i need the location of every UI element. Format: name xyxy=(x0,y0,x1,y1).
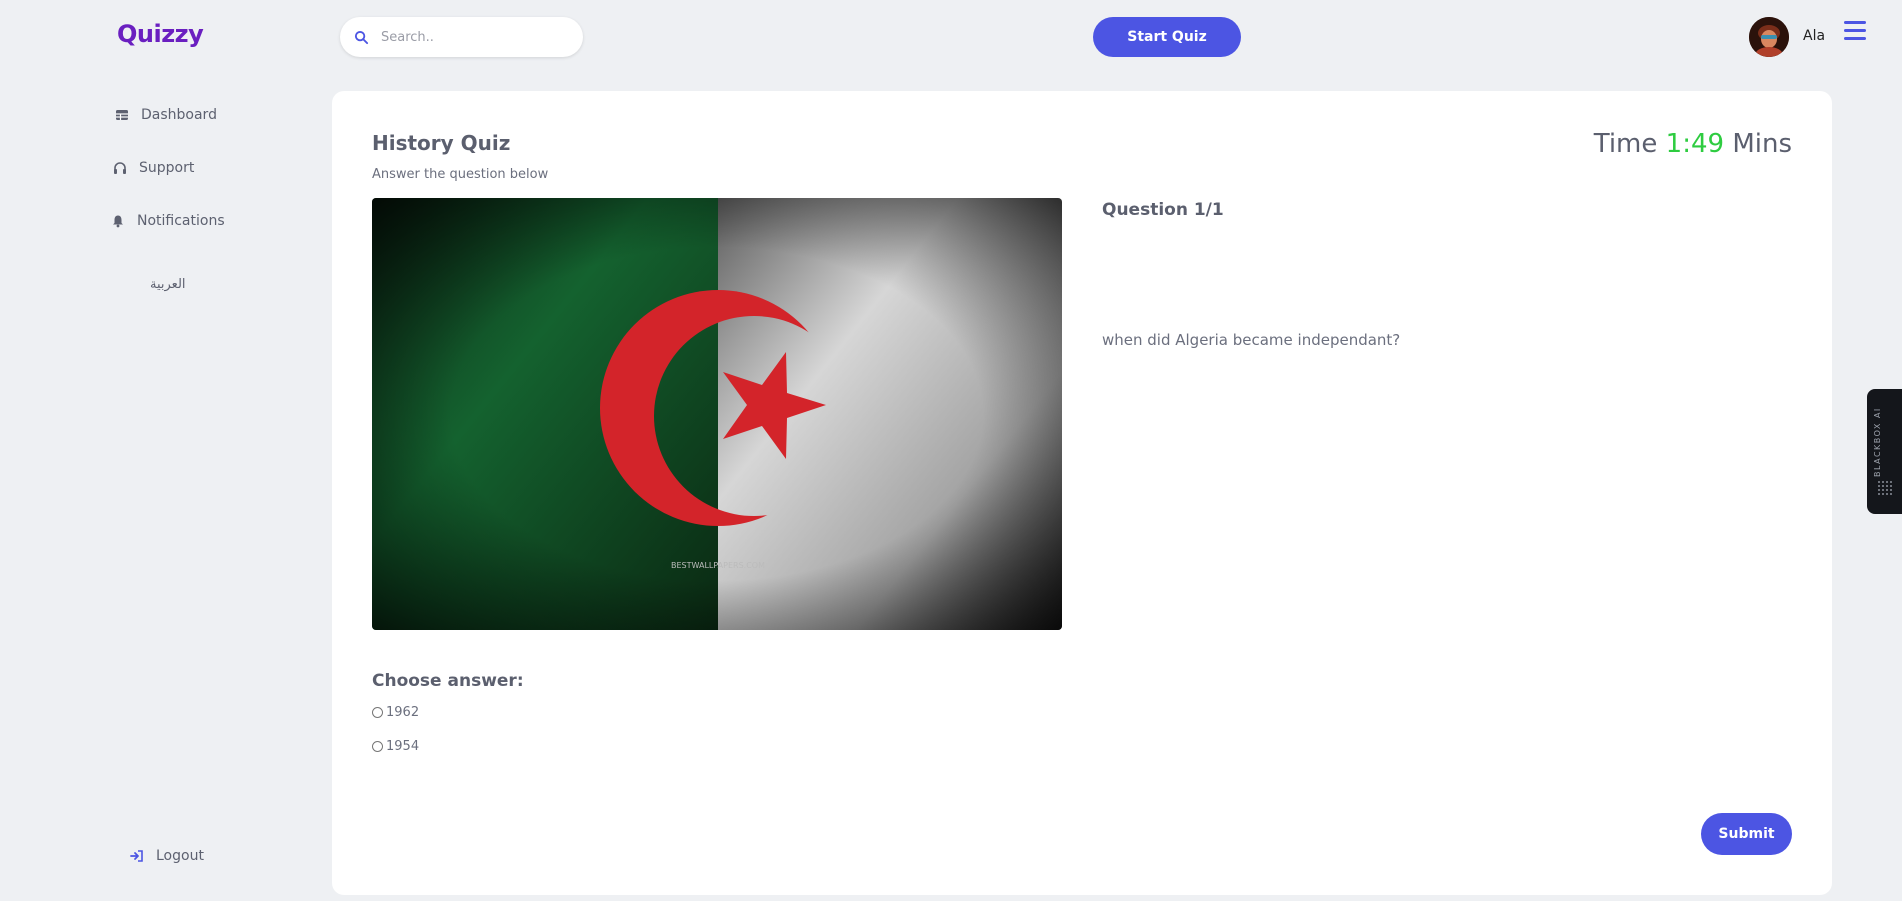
sidebar-item-label: Support xyxy=(139,160,195,176)
submit-button[interactable]: Submit xyxy=(1701,813,1792,855)
blackbox-logo-icon xyxy=(1878,481,1892,495)
timer-value: 1:49 xyxy=(1665,129,1725,159)
username[interactable]: Ala xyxy=(1803,28,1825,44)
answer-label: 1954 xyxy=(386,739,420,754)
quiz-title: History Quiz xyxy=(372,131,511,155)
question-number: Question 1/1 xyxy=(1102,200,1224,220)
quiz-card: History Quiz Answer the question below T… xyxy=(332,91,1832,895)
sidebar-item-label: Notifications xyxy=(137,213,225,229)
bell-icon xyxy=(113,215,123,228)
sidebar-item-label: Dashboard xyxy=(141,107,217,123)
logout-label: Logout xyxy=(156,848,204,864)
sidebar-item-dashboard[interactable]: Dashboard xyxy=(115,107,217,123)
table-icon xyxy=(116,110,128,120)
headphones-icon xyxy=(114,162,126,174)
timer-label: Time xyxy=(1593,129,1658,159)
timer-unit: Mins xyxy=(1732,129,1792,159)
logout-button[interactable]: Logout xyxy=(130,848,204,864)
choose-answer-label: Choose answer: xyxy=(372,671,524,691)
quiz-timer: Time 1:49 Mins xyxy=(1594,129,1792,159)
avatar[interactable] xyxy=(1749,17,1789,57)
question-image: BESTWALLPAPERS.COM xyxy=(372,198,1062,630)
answer-radio[interactable] xyxy=(372,741,383,752)
search-icon xyxy=(354,30,369,44)
start-quiz-button[interactable]: Start Quiz xyxy=(1093,17,1241,57)
sidebar-item-support[interactable]: Support xyxy=(113,160,194,176)
sidebar-item-notifications[interactable]: Notifications xyxy=(111,213,225,229)
blackbox-label: BLACKBOX AI xyxy=(1873,407,1882,477)
app-logo[interactable]: Quizzy xyxy=(117,20,204,48)
logout-icon xyxy=(130,850,143,862)
blackbox-extension-tab[interactable]: BLACKBOX AI xyxy=(1867,389,1902,514)
search-bar[interactable] xyxy=(340,17,583,57)
quiz-subtitle: Answer the question below xyxy=(372,167,549,182)
algeria-flag-image: BESTWALLPAPERS.COM xyxy=(372,198,1062,630)
language-switch[interactable]: العربية xyxy=(150,277,186,292)
answer-label: 1962 xyxy=(386,705,420,720)
answer-option-1962[interactable]: 1962 xyxy=(372,705,419,720)
answer-radio[interactable] xyxy=(372,707,383,718)
question-text: when did Algeria became independant? xyxy=(1102,331,1401,349)
hamburger-menu-icon[interactable] xyxy=(1844,21,1866,41)
answer-option-1954[interactable]: 1954 xyxy=(372,739,419,754)
image-watermark: BESTWALLPAPERS.COM xyxy=(671,561,765,570)
search-input[interactable] xyxy=(381,29,561,45)
